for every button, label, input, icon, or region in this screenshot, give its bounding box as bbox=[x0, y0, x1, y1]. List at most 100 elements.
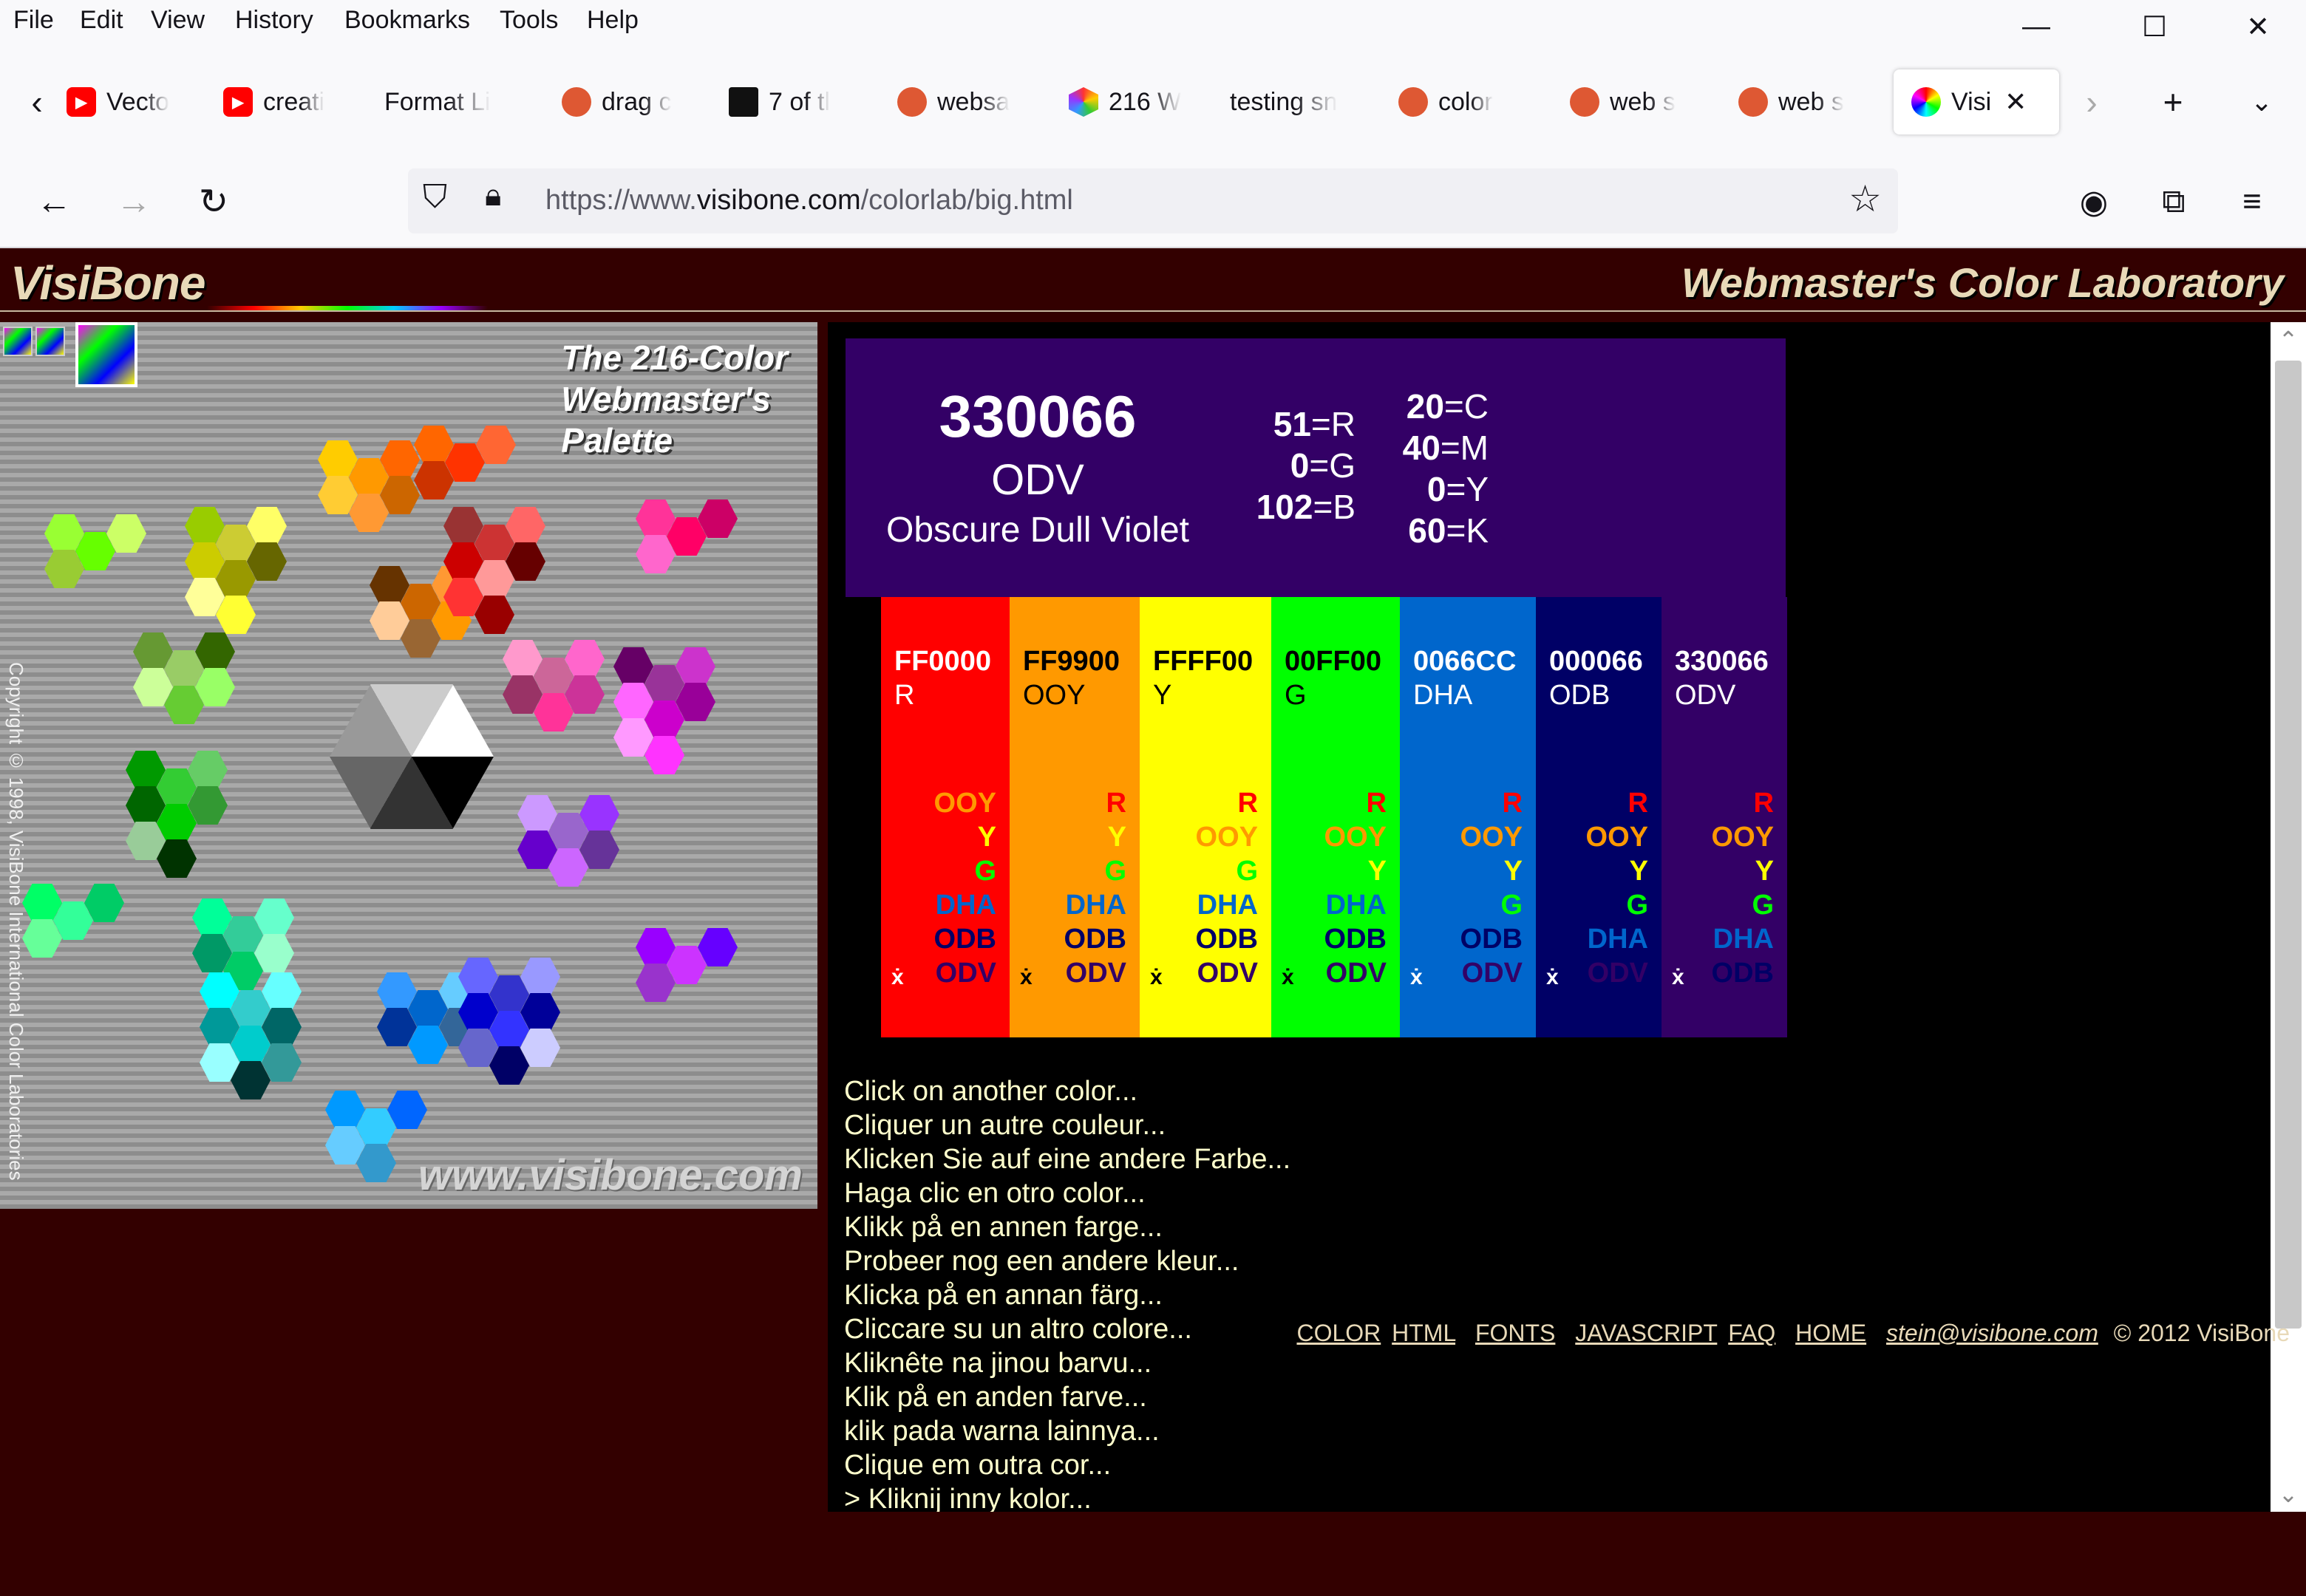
remove-swatch-icon[interactable]: ẋ bbox=[1282, 965, 1294, 990]
menu-history[interactable]: History bbox=[235, 6, 313, 35]
visibone-logo[interactable]: VisiBone bbox=[10, 256, 205, 310]
relative-color-label[interactable]: OOY bbox=[1586, 822, 1648, 853]
relative-color-label[interactable]: ODB bbox=[1712, 958, 1774, 989]
footer-email-link[interactable]: stein@visibone.com bbox=[1886, 1320, 2098, 1346]
tab[interactable]: Format Li bbox=[384, 69, 532, 134]
swatch-column-r[interactable]: FF0000 R OOY Y G DHA ODB ODV ẋ bbox=[881, 597, 1010, 1037]
app-menu-button[interactable]: ≡ bbox=[2226, 176, 2278, 228]
forward-button[interactable]: → bbox=[108, 176, 160, 228]
relative-color-label[interactable]: R bbox=[1754, 788, 1774, 819]
footer-link-javascript[interactable]: JAVASCRIPT bbox=[1575, 1320, 1717, 1346]
tab[interactable]: color bbox=[1398, 69, 1539, 134]
maximize-button[interactable]: ☐ bbox=[2114, 4, 2195, 49]
close-window-button[interactable]: ✕ bbox=[2217, 4, 2299, 49]
scrollbar-thumb[interactable] bbox=[2275, 361, 2302, 1329]
footer-link-faq[interactable]: FAQ bbox=[1728, 1320, 1775, 1346]
remove-swatch-icon[interactable]: ẋ bbox=[1546, 965, 1559, 990]
remove-swatch-icon[interactable]: ẋ bbox=[1150, 965, 1163, 990]
scroll-up-arrow-icon[interactable]: ⌃ bbox=[2271, 322, 2306, 358]
relative-color-label[interactable]: Y bbox=[1108, 822, 1126, 853]
tab[interactable]: web s bbox=[1570, 69, 1710, 134]
menu-edit[interactable]: Edit bbox=[80, 6, 123, 35]
relative-color-label[interactable]: G bbox=[1104, 856, 1126, 887]
relative-color-label[interactable]: R bbox=[1628, 788, 1648, 819]
relative-color-label[interactable]: ODB bbox=[1460, 924, 1523, 955]
remove-swatch-icon[interactable]: ẋ bbox=[1672, 965, 1684, 990]
back-button[interactable]: ← bbox=[28, 176, 80, 228]
swatch-column-odv[interactable]: 330066 ODV R OOY Y G DHA ODB ẋ bbox=[1662, 597, 1787, 1037]
swatch-column-dha[interactable]: 0066CC DHA R OOY Y G ODB ODV ẋ bbox=[1400, 597, 1536, 1037]
relative-color-label[interactable]: G bbox=[974, 856, 996, 887]
relative-color-label[interactable]: R bbox=[1367, 788, 1387, 819]
tab[interactable]: ▶ Vecto bbox=[67, 69, 192, 134]
menu-view[interactable]: View bbox=[151, 6, 205, 35]
relative-color-label[interactable]: ODV bbox=[1326, 958, 1387, 989]
tab[interactable]: testing sn bbox=[1230, 69, 1370, 134]
relative-color-label[interactable]: ODB bbox=[1064, 924, 1126, 955]
relative-color-label[interactable]: DHA bbox=[1197, 890, 1258, 921]
new-tab-button[interactable]: + bbox=[2143, 69, 2203, 134]
menu-bookmarks[interactable]: Bookmarks bbox=[344, 6, 470, 35]
relative-color-label[interactable]: ODB bbox=[1196, 924, 1258, 955]
remove-swatch-icon[interactable]: ẋ bbox=[891, 965, 904, 990]
relative-color-label[interactable]: Y bbox=[1755, 856, 1774, 887]
scroll-down-arrow-icon[interactable]: ⌄ bbox=[2271, 1476, 2306, 1512]
relative-color-label[interactable]: OOY bbox=[1712, 822, 1774, 853]
thumbnail-medium[interactable] bbox=[35, 327, 65, 356]
relative-color-label[interactable]: G bbox=[1626, 890, 1648, 921]
relative-color-label[interactable]: ODB bbox=[934, 924, 996, 955]
bookmark-star-icon[interactable]: ☆ bbox=[1848, 177, 1882, 220]
menu-help[interactable]: Help bbox=[587, 6, 639, 35]
shield-icon[interactable]: ⛉ bbox=[423, 179, 447, 216]
relative-color-label[interactable]: ODB bbox=[1324, 924, 1387, 955]
relative-color-label[interactable]: Y bbox=[1504, 856, 1523, 887]
relative-color-label[interactable]: ODV bbox=[1588, 958, 1648, 989]
relative-color-label[interactable]: G bbox=[1500, 890, 1523, 921]
list-all-tabs-button[interactable]: ⌄ bbox=[2232, 69, 2291, 134]
swatch-column-odb[interactable]: 000066 ODB R OOY Y G DHA ODV ẋ bbox=[1536, 597, 1662, 1037]
footer-link-fonts[interactable]: FONTS bbox=[1475, 1320, 1555, 1346]
tab-scroll-right-button[interactable]: › bbox=[2062, 69, 2121, 134]
swatch-column-g[interactable]: 00FF00 G R OOY Y DHA ODB ODV ẋ bbox=[1271, 597, 1400, 1037]
relative-color-label[interactable]: ODV bbox=[1462, 958, 1523, 989]
relative-color-label[interactable]: Y bbox=[1368, 856, 1387, 887]
tab[interactable]: web s bbox=[1738, 69, 1879, 134]
relative-color-label[interactable]: R bbox=[1503, 788, 1523, 819]
grey-hexagon[interactable] bbox=[330, 684, 494, 829]
relative-color-label[interactable]: OOY bbox=[1324, 822, 1387, 853]
url-text[interactable]: https://www.visibone.com/colorlab/big.ht… bbox=[545, 185, 1073, 216]
footer-link-html[interactable]: HTML bbox=[1392, 1320, 1455, 1346]
account-button[interactable]: ◉ bbox=[2068, 176, 2120, 228]
swatch-column-ooy[interactable]: FF9900 OOY R Y G DHA ODB ODV ẋ bbox=[1010, 597, 1140, 1037]
relative-color-label[interactable]: ODV bbox=[1197, 958, 1258, 989]
tab[interactable]: websa bbox=[897, 69, 1038, 134]
tab-scroll-left-button[interactable]: ‹ bbox=[7, 69, 67, 134]
relative-color-label[interactable]: Y bbox=[1630, 856, 1648, 887]
relative-color-label[interactable]: OOY bbox=[934, 788, 996, 819]
palette-image[interactable]: The 216-Color Webmaster's Palette Copyri… bbox=[0, 322, 817, 1209]
relative-color-label[interactable]: G bbox=[1752, 890, 1774, 921]
relative-color-label[interactable]: Y bbox=[978, 822, 996, 853]
menu-file[interactable]: File bbox=[13, 6, 54, 35]
minimize-button[interactable]: — bbox=[1996, 4, 2077, 49]
menu-tools[interactable]: Tools bbox=[500, 6, 558, 35]
relative-color-label[interactable]: ODV bbox=[1066, 958, 1126, 989]
relative-color-label[interactable]: OOY bbox=[1196, 822, 1258, 853]
swatch-column-y[interactable]: FFFF00 Y R OOY G DHA ODB ODV ẋ bbox=[1140, 597, 1271, 1037]
relative-color-label[interactable]: R bbox=[1238, 788, 1258, 819]
lock-icon[interactable]: 🔒︎ bbox=[485, 177, 501, 214]
relative-color-label[interactable]: DHA bbox=[1588, 924, 1648, 955]
relative-color-label[interactable]: R bbox=[1106, 788, 1126, 819]
remove-swatch-icon[interactable]: ẋ bbox=[1020, 965, 1033, 990]
relative-color-label[interactable]: ODV bbox=[936, 958, 996, 989]
relative-color-label[interactable]: OOY bbox=[1460, 822, 1523, 853]
relative-color-label[interactable]: DHA bbox=[1713, 924, 1774, 955]
tab[interactable]: ▶ creati bbox=[223, 69, 349, 134]
extensions-button[interactable]: ⧉ bbox=[2148, 176, 2200, 228]
relative-color-label[interactable]: DHA bbox=[1326, 890, 1387, 921]
thumbnail-small[interactable] bbox=[3, 327, 33, 356]
thumbnail-large-selected[interactable] bbox=[75, 322, 137, 387]
tab[interactable]: 7 of tl bbox=[729, 69, 869, 134]
footer-link-color[interactable]: COLOR bbox=[1296, 1320, 1381, 1346]
relative-color-label[interactable]: G bbox=[1236, 856, 1258, 887]
